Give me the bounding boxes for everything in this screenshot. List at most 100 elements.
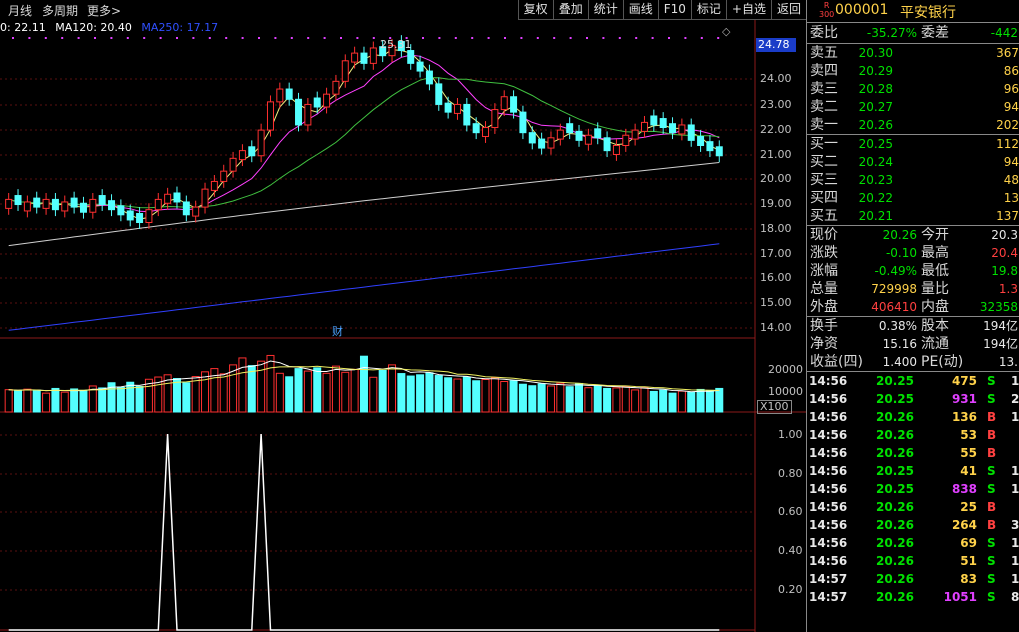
- price-axis-tick: 22.00: [760, 123, 792, 136]
- price-axis-tick: 23.00: [760, 98, 792, 111]
- volume-bar: [677, 390, 686, 413]
- tick-volume: 53: [960, 428, 977, 442]
- tick-time: 14:56: [809, 554, 848, 568]
- level-label: 买四: [810, 190, 838, 206]
- tick-price: 20.26: [876, 428, 914, 442]
- tick-time: 14:57: [809, 572, 848, 586]
- candle-body: [14, 195, 22, 206]
- tick-price: 20.25: [876, 482, 914, 496]
- candle-body: [23, 201, 31, 212]
- order-level-row[interactable]: 卖一 20.26 202: [807, 116, 1019, 134]
- volume-bar: [378, 369, 387, 413]
- volume-bar: [416, 374, 425, 413]
- candle-body: [425, 70, 433, 85]
- kline-chart[interactable]: [0, 0, 806, 632]
- volume-bar: [23, 388, 32, 413]
- volume-unit-label: X100: [757, 400, 792, 414]
- ratio-label: 委比: [810, 25, 838, 41]
- tick-price: 20.26: [876, 590, 914, 604]
- level-volume: 96: [1003, 82, 1019, 96]
- tick-volume: 264: [951, 518, 977, 532]
- ma20-line: [8, 77, 720, 209]
- order-level-row[interactable]: 买三 20.23 48: [807, 171, 1019, 189]
- volume-bar: [359, 355, 368, 413]
- candle-body: [650, 115, 658, 126]
- stock-name: 平安银行: [900, 5, 956, 21]
- level-volume: 137: [996, 209, 1019, 223]
- order-level-row[interactable]: 卖四 20.29 86: [807, 62, 1019, 80]
- tick-count: 1: [1011, 374, 1019, 388]
- signal-dot: [110, 37, 113, 39]
- tick-direction: B: [987, 446, 997, 460]
- candle-body: [622, 134, 630, 147]
- signal-dot: [454, 37, 457, 39]
- level-volume: 86: [1003, 64, 1019, 78]
- tick-direction: S: [987, 374, 996, 388]
- stat-row: 总量 729998 量比 1.3: [807, 280, 1019, 298]
- volume-bar: [518, 383, 527, 413]
- tick-volume: 1051: [943, 590, 977, 604]
- tick-list[interactable]: 14:56 20.25 475 S 1 14:56 20.25 931 S 2 14…: [807, 372, 1019, 606]
- candle-body: [491, 109, 499, 129]
- signal-dot: [94, 37, 96, 39]
- candle-body: [42, 198, 50, 209]
- candle-body: [435, 83, 443, 105]
- tick-direction: S: [987, 482, 996, 496]
- tick-volume: 136: [951, 410, 977, 424]
- order-level-row[interactable]: 买四 20.22 13: [807, 189, 1019, 207]
- candle-body: [575, 130, 583, 141]
- candle-body: [5, 198, 13, 209]
- candle-body: [201, 188, 209, 208]
- candle-body: [528, 132, 536, 144]
- candle-body: [295, 98, 303, 126]
- signal-dot: [356, 37, 359, 39]
- tick-time: 14:56: [809, 392, 848, 406]
- volume-bar: [257, 360, 266, 413]
- info-label-2: 股本: [921, 318, 949, 334]
- volume-axis-tick: 20000: [768, 363, 803, 376]
- tick-count: 1: [1011, 482, 1019, 496]
- volume-bar: [490, 377, 499, 413]
- candle-body: [79, 202, 87, 213]
- tick-direction: S: [987, 392, 996, 406]
- order-level-row[interactable]: 买二 20.24 94: [807, 153, 1019, 171]
- order-level-row[interactable]: 买一 20.25 112: [807, 135, 1019, 153]
- candle-body: [108, 200, 116, 211]
- price-axis-tick: 19.00: [760, 197, 792, 210]
- level-price: 20.26: [858, 118, 893, 132]
- candle-body: [416, 61, 424, 72]
- tick-count: 8: [1011, 590, 1019, 604]
- signal-dot: [520, 37, 523, 39]
- financial-event-marker[interactable]: 财: [332, 323, 343, 339]
- tick-price: 20.26: [876, 518, 914, 532]
- signal-dot: [700, 37, 703, 39]
- volume-bar: [612, 387, 621, 413]
- tick-count: 1: [1011, 536, 1019, 550]
- order-level-row[interactable]: 卖三 20.28 96: [807, 80, 1019, 98]
- level-price: 20.30: [858, 46, 893, 60]
- tick-price: 20.26: [876, 572, 914, 586]
- stat-value: 406410: [871, 300, 917, 314]
- info-row: 收益(四) 1.400 PE(动) 13.: [807, 353, 1019, 371]
- order-level-row[interactable]: 卖五 20.30 367: [807, 44, 1019, 62]
- candle-body: [556, 129, 564, 140]
- buy-orders: 买一 20.25 112 买二 20.24 94 买三 20.23 48 买四 20.…: [807, 135, 1019, 226]
- volume-bar: [341, 371, 350, 413]
- volume-bar: [603, 387, 612, 413]
- volume-bar: [444, 377, 453, 413]
- volume-bar: [294, 368, 303, 413]
- tick-time: 14:56: [809, 500, 848, 514]
- volume-bar: [191, 376, 200, 413]
- candle-body: [136, 213, 144, 223]
- volume-bar: [172, 378, 181, 413]
- stat-value-2: 19.8: [991, 264, 1018, 278]
- order-level-row[interactable]: 卖二 20.27 94: [807, 98, 1019, 116]
- order-level-row[interactable]: 买五 20.21 137: [807, 207, 1019, 225]
- volume-bar: [126, 381, 135, 413]
- level-label: 卖三: [810, 81, 838, 97]
- info-value-2: 194亿: [983, 319, 1018, 333]
- tick-direction: S: [987, 536, 996, 550]
- signal-dot: [192, 37, 195, 39]
- tick-direction: B: [987, 428, 997, 442]
- level-label: 卖二: [810, 99, 838, 115]
